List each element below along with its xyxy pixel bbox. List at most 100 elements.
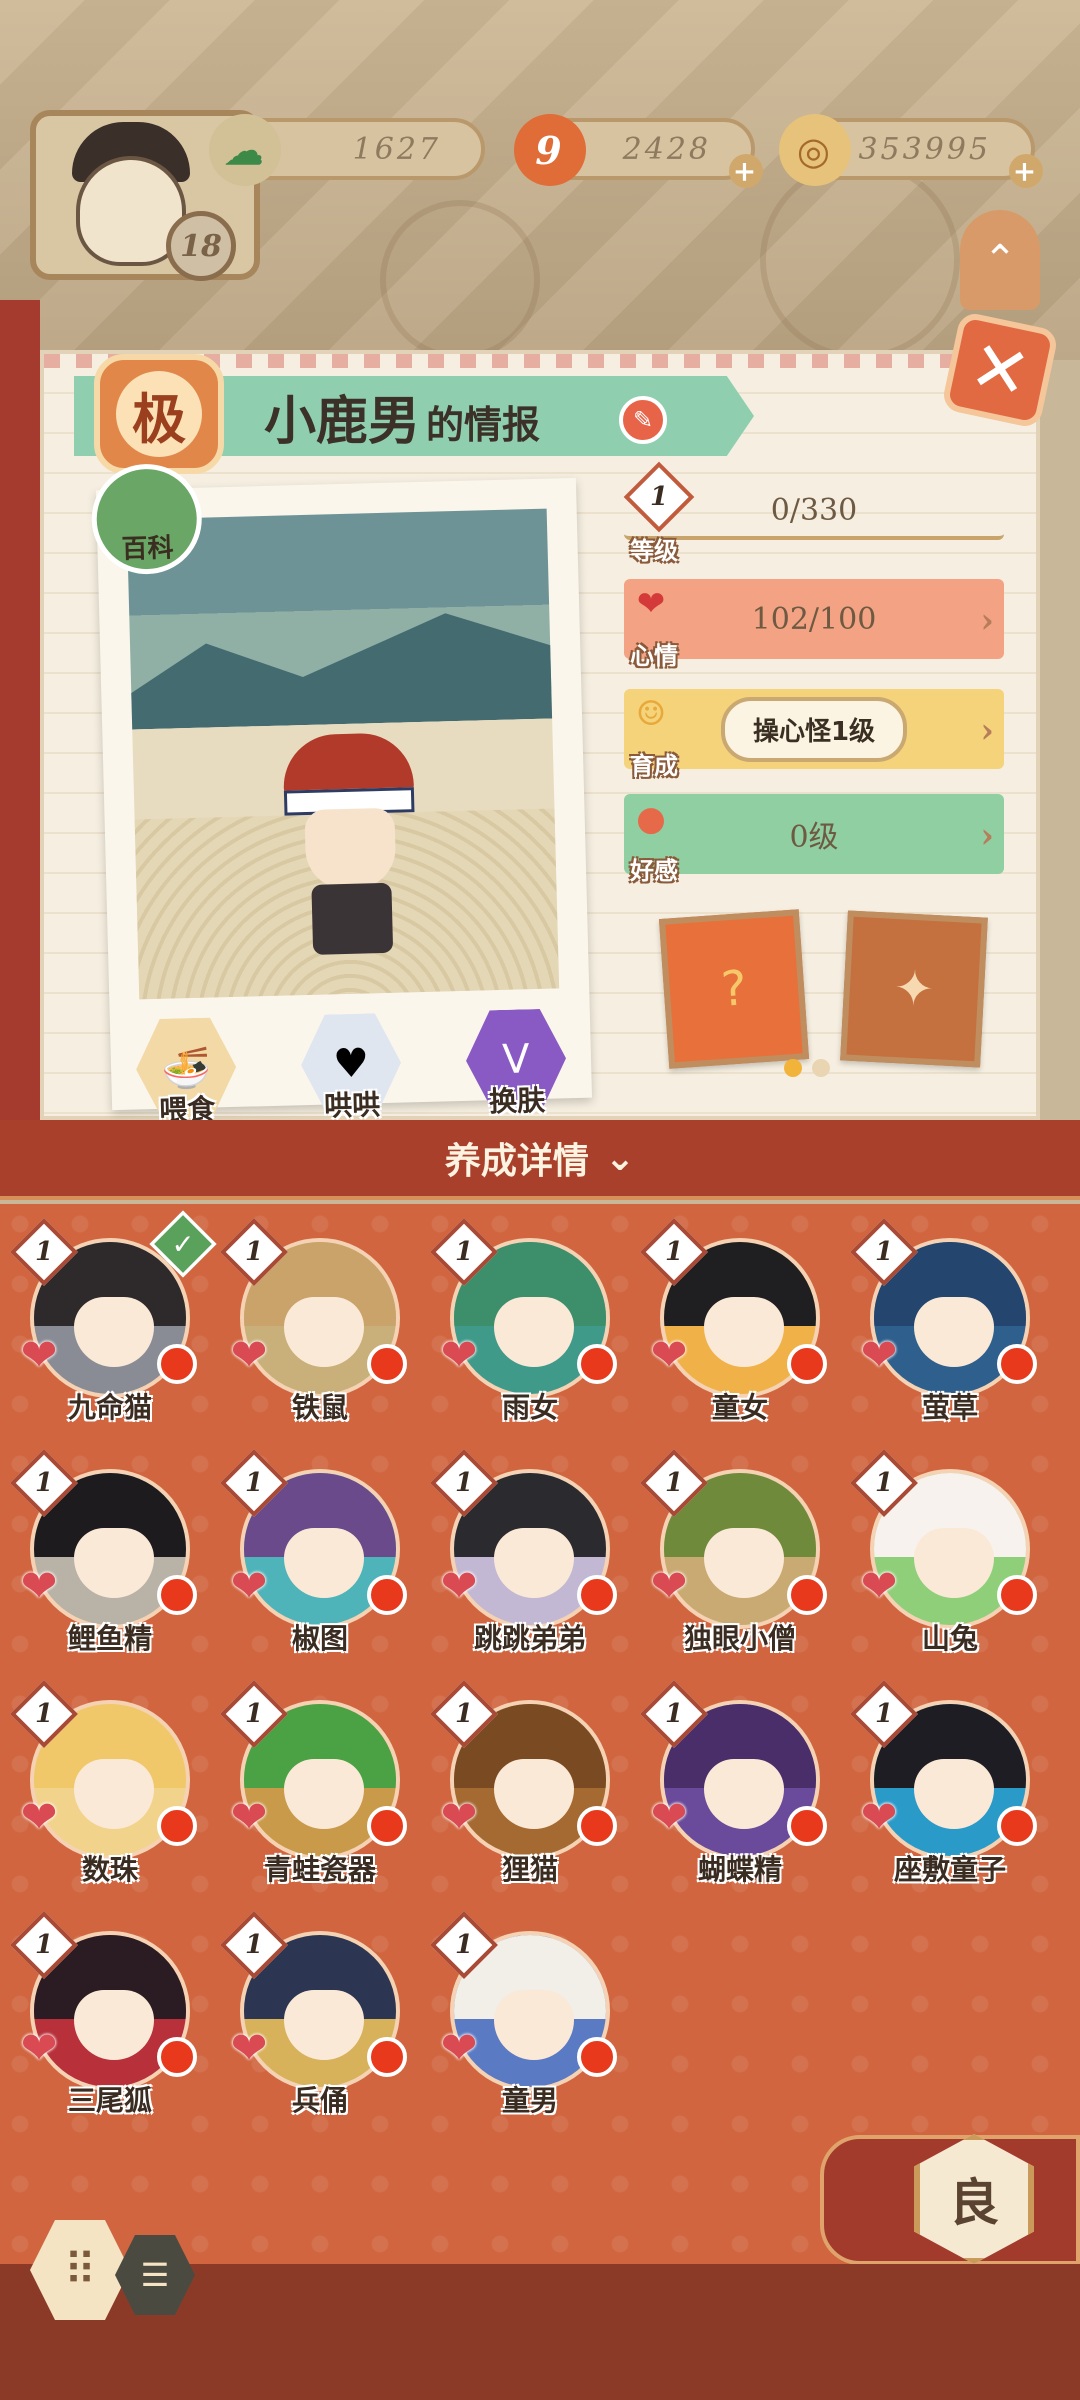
character-name: 鲤鱼精	[67, 1622, 152, 1655]
feed-button[interactable]: 🍜 喂食	[130, 1017, 243, 1130]
character-tile[interactable]: 1 ❤ 跳跳弟弟	[430, 1449, 625, 1655]
character-face	[704, 1528, 784, 1598]
favor-value: 0级	[789, 820, 839, 855]
character-tile[interactable]: 1 ❤ 青蛙瓷器	[220, 1680, 415, 1886]
character-sprite[interactable]	[282, 732, 418, 955]
favor-row[interactable]: ● 好感 0级 ›	[624, 794, 1004, 885]
character-face	[284, 1759, 364, 1829]
character-tile[interactable]: 1 ❤ 兵俑	[220, 1911, 415, 2117]
level-exp-value: 0/330	[770, 492, 858, 528]
level-badge-icon: 1	[623, 461, 695, 533]
level-value: 1	[34, 1468, 54, 1498]
character-face	[284, 1990, 364, 2060]
add-coin-button[interactable]: +	[1009, 154, 1043, 188]
level-value: 1	[874, 1468, 894, 1498]
chevron-right-icon: ›	[980, 601, 994, 641]
coax-button[interactable]: ♥ 哄哄	[295, 1012, 408, 1125]
currency-coin-value: 353995	[858, 131, 991, 167]
level-row: 1 等级 0/330	[623, 461, 1004, 565]
peach-icon: ●	[636, 799, 666, 839]
skin-button[interactable]: V 换肤	[460, 1008, 573, 1121]
character-tile[interactable]: 1 ❤ 铁鼠	[220, 1218, 415, 1424]
character-tile[interactable]: 1 ❤ 数珠	[10, 1680, 205, 1886]
character-tile[interactable]: 1 ❤ 蝴蝶精	[640, 1680, 835, 1886]
growth-label: 育成	[630, 752, 678, 780]
level-value: 1	[664, 1237, 684, 1267]
growth-row[interactable]: ☺ 育成 操心怪1级 ›	[624, 689, 1004, 780]
notification-dot	[367, 1575, 407, 1615]
chevron-down-icon: ⌄	[604, 1137, 636, 1179]
close-button[interactable]: ✕	[940, 310, 1060, 430]
heart-icon: ❤	[230, 1329, 268, 1381]
portrait-scene	[126, 508, 560, 1000]
character-name: 三尾狐	[67, 2084, 152, 2117]
fish-lantern-icon[interactable]: ⌃	[960, 210, 1040, 310]
character-face	[74, 1990, 154, 2060]
character-name: 山兔	[921, 1622, 978, 1655]
character-tile[interactable]: 1 ❤ 萤草	[850, 1218, 1045, 1424]
notification-dot	[367, 1806, 407, 1846]
rug-icon: ✦	[892, 959, 936, 1019]
mood-row[interactable]: ❤ 心情 102/100 ›	[624, 579, 1004, 670]
book-edge	[0, 300, 40, 1120]
character-tile[interactable]: 1 ❤ 童女	[640, 1218, 835, 1424]
mountain-background	[127, 598, 559, 731]
notification-dot	[577, 1806, 617, 1846]
character-name: 跳跳弟弟	[473, 1622, 586, 1655]
character-face	[494, 1759, 574, 1829]
info-panel: 极 小鹿男 的情报 ✎ 百科 🍜 喂食 ♥ 哄哄 V 换肤 1 等级 0/330…	[40, 350, 1040, 1127]
character-tile[interactable]: 1 ❤ 独眼小僧	[640, 1449, 835, 1655]
character-tile[interactable]: 1 ❤ 鲤鱼精	[10, 1449, 205, 1655]
character-tile[interactable]: 1 ❤ 三尾狐	[10, 1911, 205, 2117]
notification-dot	[787, 1806, 827, 1846]
level-value: 1	[34, 1930, 54, 1960]
character-name: 雨女	[501, 1391, 558, 1424]
character-tile[interactable]: 1 ❤ 椒图	[220, 1449, 415, 1655]
heart-icon: ❤	[860, 1329, 898, 1381]
character-tile[interactable]: 1 ❤ 山兔	[850, 1449, 1045, 1655]
level-value: 1	[664, 1468, 684, 1498]
notification-dot	[157, 1806, 197, 1846]
heart-icon: ❤	[440, 1560, 478, 1612]
mystery-reward-card[interactable]: ?	[658, 909, 810, 1069]
character-tile[interactable]: 1 ❤ 狸猫	[430, 1680, 625, 1886]
reward-frame-card[interactable]: ✦	[840, 910, 988, 1068]
level-value: 1	[244, 1237, 264, 1267]
character-name: 童女	[711, 1391, 768, 1424]
heart-icon: ❤	[230, 2022, 268, 2074]
swirl-decoration	[380, 200, 540, 360]
currency-scroll-value: 2428	[622, 131, 711, 167]
character-name: 蝴蝶精	[697, 1853, 782, 1886]
mood-label: 心情	[630, 642, 678, 670]
title-suffix: 的情报	[426, 401, 541, 447]
smiley-icon: ☺	[635, 694, 667, 734]
heart-icon: ❤	[230, 1560, 268, 1612]
player-level-badge: 18	[166, 211, 236, 281]
character-name: 铁鼠	[291, 1391, 348, 1424]
level-value: 1	[244, 1468, 264, 1498]
character-name: 座敷童子	[893, 1853, 1006, 1886]
character-tile[interactable]: 1 ❤ 座敷童子	[850, 1680, 1045, 1886]
rename-button[interactable]: ✎	[619, 396, 667, 444]
level-value: 1	[454, 1930, 474, 1960]
character-face	[914, 1528, 994, 1598]
heart-icon: ❤	[440, 2022, 478, 2074]
character-tile[interactable]: 1 ❤ 雨女	[430, 1218, 625, 1424]
heart-icon: ❤	[860, 1791, 898, 1843]
page-dot	[812, 1059, 830, 1077]
notification-dot	[577, 2037, 617, 2077]
character-name: 狸猫	[501, 1853, 558, 1886]
add-scroll-button[interactable]: +	[729, 154, 763, 188]
level-value: 1	[454, 1699, 474, 1729]
grade-button[interactable]: 良	[820, 2134, 1080, 2265]
details-toggle[interactable]: 养成详情 ⌄	[0, 1120, 1080, 1200]
mood-value: 102/100	[751, 601, 877, 637]
character-face	[74, 1759, 154, 1829]
question-cloud-icon: ?	[719, 960, 749, 1018]
notification-dot	[157, 1575, 197, 1615]
chevron-right-icon: ›	[980, 816, 994, 856]
character-tile[interactable]: 1 ❤ 童男	[430, 1911, 625, 2117]
currency-coin: ◎ 353995 +	[779, 114, 1043, 188]
character-tile[interactable]: 1 ❤ 九命猫 ✓	[10, 1210, 217, 1424]
currency-jade: ☁ 1627	[209, 114, 485, 186]
